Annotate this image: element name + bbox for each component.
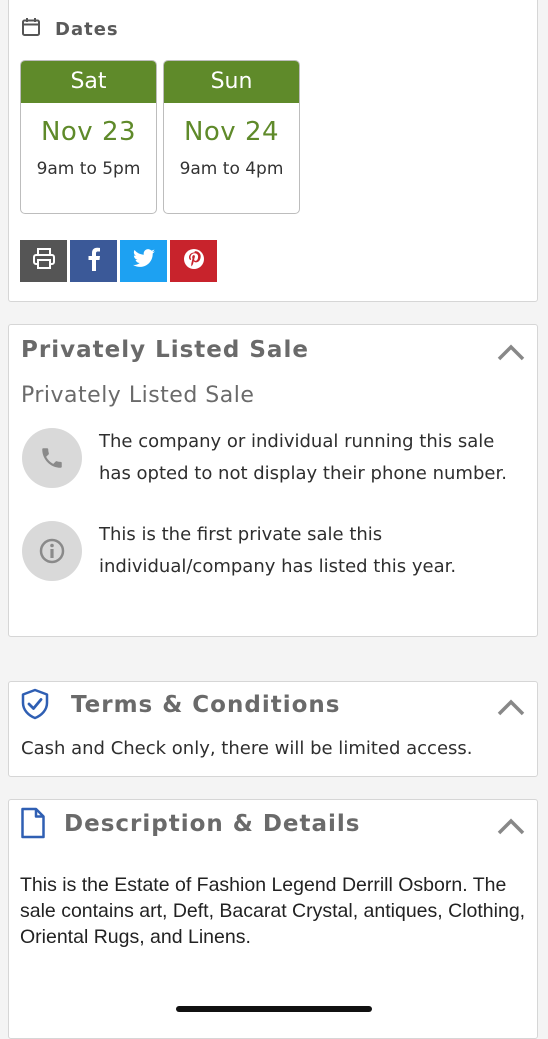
first-sale-notice-row: This is the first private sale this indi… [22, 521, 519, 583]
time-range: 9am to 5pm [36, 159, 141, 179]
description-card: Description & Details This is the Estate… [8, 799, 538, 1039]
dates-card: Dates Sat Nov 23 9am to 5pm Sun Nov 24 9… [8, 0, 538, 302]
chevron-up-icon[interactable] [495, 341, 527, 363]
twitter-icon [132, 249, 156, 273]
calendar-icon [21, 17, 41, 41]
phone-notice-row: The company or individual running this s… [22, 428, 519, 490]
date-box-sat: Sat Nov 23 9am to 5pm [20, 60, 157, 214]
share-buttons [20, 240, 220, 282]
facebook-share-button[interactable] [70, 240, 117, 282]
day-label: Sat [21, 61, 156, 103]
description-title: Description & Details [64, 811, 361, 837]
shield-check-icon [20, 688, 50, 724]
pinterest-icon [183, 248, 205, 274]
terms-text: Cash and Check only, there will be limit… [21, 738, 473, 759]
phone-notice-text: The company or individual running this s… [99, 431, 507, 484]
print-button[interactable] [20, 240, 67, 282]
document-icon [20, 807, 46, 843]
facebook-icon [87, 247, 101, 275]
chevron-up-icon[interactable] [495, 696, 527, 718]
phone-icon [22, 428, 82, 488]
home-indicator[interactable] [176, 1006, 372, 1012]
dates-header: Dates [21, 17, 119, 41]
description-text: This is the Estate of Fashion Legend Der… [20, 874, 526, 948]
date-label: Nov 24 [183, 117, 280, 147]
info-icon [22, 521, 82, 581]
first-sale-notice-text: This is the first private sale this indi… [99, 524, 457, 577]
twitter-share-button[interactable] [120, 240, 167, 282]
day-label: Sun [164, 61, 299, 103]
date-label: Nov 23 [40, 117, 137, 147]
chevron-up-icon[interactable] [495, 815, 527, 837]
terms-title: Terms & Conditions [71, 692, 341, 718]
printer-icon [32, 248, 56, 274]
terms-card: Terms & Conditions Cash and Check only, … [8, 681, 538, 777]
time-range: 9am to 4pm [179, 159, 284, 179]
private-sale-card: Privately Listed Sale Privately Listed S… [8, 324, 538, 637]
date-box-sun: Sun Nov 24 9am to 4pm [163, 60, 300, 214]
pinterest-share-button[interactable] [170, 240, 217, 282]
dates-label: Dates [55, 18, 119, 40]
private-sale-subtitle: Privately Listed Sale [21, 383, 255, 408]
private-sale-title: Privately Listed Sale [21, 337, 309, 363]
